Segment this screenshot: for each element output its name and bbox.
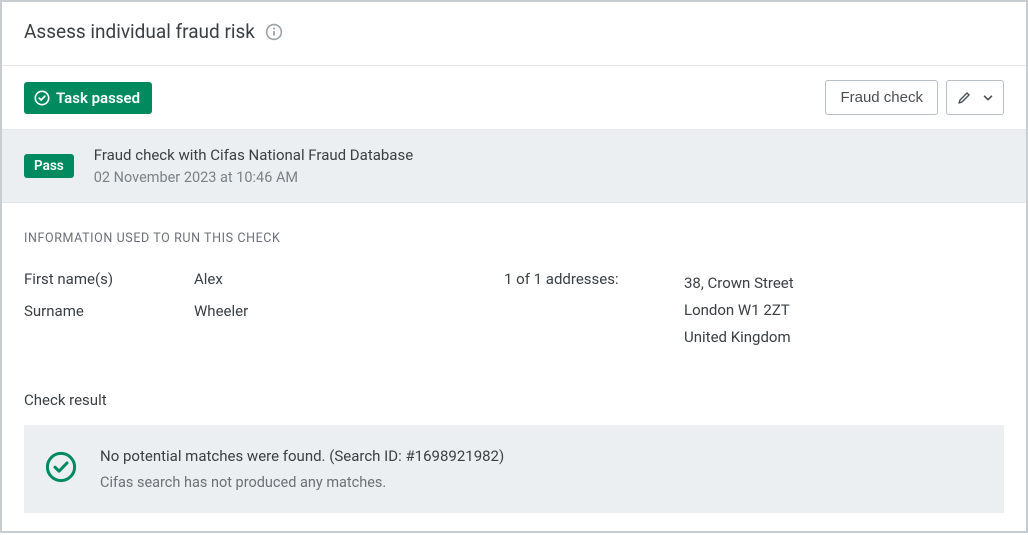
result-title: Check result: [24, 391, 1004, 409]
result-box: No potential matches were found. (Search…: [24, 425, 1004, 513]
result-message: No potential matches were found. (Search…: [100, 443, 504, 495]
result-section: Check result No potential matches were f…: [2, 361, 1026, 535]
result-detail: Cifas search has not produced any matche…: [100, 470, 504, 495]
address-value: 38, Crown Street London W1 2ZT United Ki…: [684, 270, 794, 351]
check-timestamp: 02 November 2023 at 10:46 AM: [94, 167, 413, 189]
addresses-label: 1 of 1 addresses:: [504, 270, 684, 351]
summary-text: Fraud check with Cifas National Fraud Da…: [94, 144, 413, 188]
fraud-risk-panel: Assess individual fraud risk Task passed…: [0, 0, 1028, 533]
address-line-2: London W1 2ZT: [684, 297, 794, 324]
fraud-check-label: Fraud check: [840, 89, 923, 106]
check-title: Fraud check with Cifas National Fraud Da…: [94, 144, 413, 167]
toolbar: Task passed Fraud check: [2, 66, 1026, 130]
task-passed-label: Task passed: [56, 89, 140, 107]
success-check-icon: [44, 450, 78, 488]
info-grid: First name(s) Alex Surname Wheeler 1 of …: [24, 270, 1004, 351]
chevron-down-icon: [983, 93, 993, 103]
surname-label: Surname: [24, 302, 194, 320]
section-label: INFORMATION USED TO RUN THIS CHECK: [24, 231, 1004, 246]
toolbar-actions: Fraud check: [825, 80, 1004, 115]
task-passed-badge: Task passed: [24, 82, 152, 114]
surname-value: Wheeler: [194, 302, 444, 320]
address-line-1: 38, Crown Street: [684, 270, 794, 297]
status-pill: Pass: [24, 154, 74, 178]
first-names-value: Alex: [194, 270, 444, 288]
identity-fields: First name(s) Alex Surname Wheeler: [24, 270, 444, 351]
address-line-3: United Kingdom: [684, 324, 794, 351]
info-section: INFORMATION USED TO RUN THIS CHECK First…: [2, 203, 1026, 361]
result-headline: No potential matches were found. (Search…: [100, 443, 504, 469]
fraud-check-button[interactable]: Fraud check: [825, 80, 938, 115]
address-fields: 1 of 1 addresses: 38, Crown Street Londo…: [504, 270, 794, 351]
check-summary: Pass Fraud check with Cifas National Fra…: [2, 130, 1026, 203]
info-icon[interactable]: [265, 23, 283, 41]
first-names-label: First name(s): [24, 270, 194, 288]
panel-header: Assess individual fraud risk: [2, 2, 1026, 66]
check-circle-icon: [34, 90, 50, 106]
pencil-icon: [957, 91, 971, 105]
edit-dropdown-button[interactable]: [946, 80, 1004, 115]
page-title: Assess individual fraud risk: [24, 20, 255, 43]
